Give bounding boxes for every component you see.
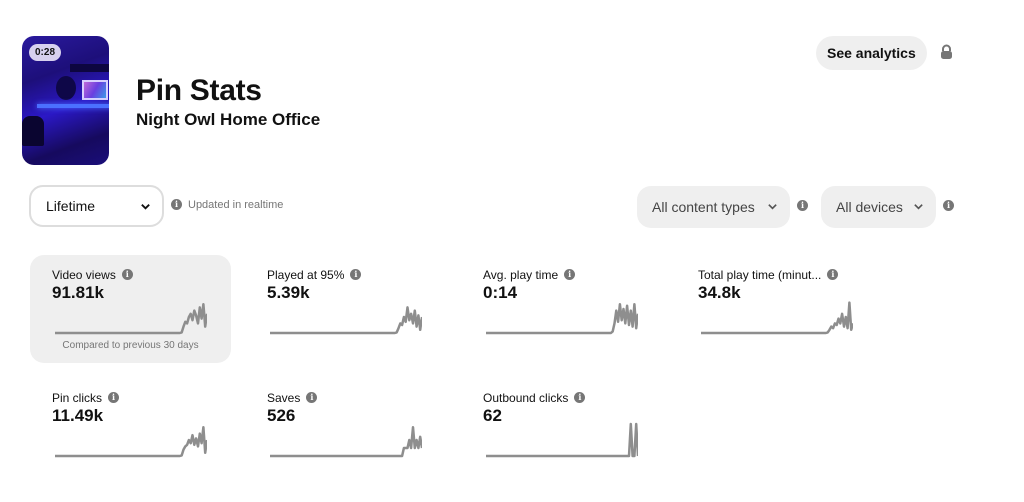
sparkline-series (701, 301, 853, 335)
chevron-down-icon (141, 204, 150, 210)
metric-label: Avg. play time i (483, 268, 576, 282)
metric-card-played-95[interactable]: Played at 95% i 5.39k (245, 255, 446, 363)
metric-label: Saves i (267, 391, 318, 405)
sparkline (270, 425, 422, 458)
info-icon[interactable]: i (564, 269, 576, 281)
info-icon[interactable]: i (121, 269, 133, 281)
metric-card-video-views[interactable]: Video views i 91.81k Compared to previous… (30, 255, 231, 363)
metric-label-text: Total play time (minut... (698, 268, 822, 282)
sparkline-series (55, 425, 207, 458)
sparkline (55, 302, 207, 335)
info-icon[interactable]: i (350, 269, 362, 281)
metric-label-text: Played at 95% (267, 268, 345, 282)
sparkline-series (486, 422, 638, 458)
metric-label-text: Saves (267, 391, 301, 405)
sparkline (486, 422, 638, 458)
metric-label-text: Pin clicks (52, 391, 103, 405)
sparkline-series (55, 302, 207, 335)
content-type-info-icon[interactable]: i (797, 200, 808, 211)
sparkline (486, 302, 638, 335)
metric-card-outbound-clicks[interactable]: Outbound clicks i 62 (461, 378, 662, 486)
info-icon[interactable]: i (171, 198, 182, 210)
content-type-value: All content types (652, 199, 755, 215)
pin-subtitle: Night Owl Home Office (136, 110, 321, 129)
date-range-dropdown[interactable]: Lifetime (29, 185, 164, 227)
content-type-dropdown[interactable]: All content types (637, 186, 790, 228)
thumbnail-desk (37, 104, 109, 108)
pin-thumbnail[interactable]: 0:28 (22, 36, 109, 165)
sparkline (270, 306, 422, 335)
metric-card-total-play-time[interactable]: Total play time (minut... i 34.8k (676, 255, 877, 363)
info-icon[interactable]: i (108, 392, 120, 404)
sparkline (701, 301, 853, 335)
metric-label-text: Outbound clicks (483, 391, 569, 405)
sparkline-series (270, 306, 422, 335)
metric-label: Played at 95% i (267, 268, 362, 282)
info-icon[interactable]: i (306, 392, 318, 404)
thumbnail-plant (22, 116, 44, 146)
metric-label: Outbound clicks i (483, 391, 586, 405)
metric-label-text: Video views (52, 268, 116, 282)
sparkline (55, 425, 207, 458)
page-title: Pin Stats (136, 74, 262, 107)
devices-value: All devices (836, 199, 903, 215)
updated-text: Updated in realtime (188, 199, 284, 211)
thumbnail-shelf (70, 64, 109, 72)
devices-dropdown[interactable]: All devices (821, 186, 936, 228)
metric-label-text: Avg. play time (483, 268, 559, 282)
thumbnail-monitor (82, 80, 108, 100)
sparkline-series (486, 302, 638, 335)
lock-icon[interactable] (940, 44, 953, 60)
metric-label: Pin clicks i (52, 391, 120, 405)
compare-note: Compared to previous 30 days (62, 340, 199, 351)
devices-info-icon[interactable]: i (943, 200, 954, 211)
video-duration-badge: 0:28 (29, 44, 62, 61)
info-icon[interactable]: i (827, 269, 839, 281)
metric-label: Total play time (minut... i (698, 268, 839, 282)
metric-card-avg-play-time[interactable]: Avg. play time i 0:14 (461, 255, 662, 363)
info-icon[interactable]: i (574, 392, 586, 404)
date-range-value: Lifetime (46, 198, 96, 214)
see-analytics-button[interactable]: See analytics (816, 36, 927, 70)
chevron-down-icon (914, 204, 923, 210)
metric-card-pin-clicks[interactable]: Pin clicks i 11.49k (30, 378, 231, 486)
metric-card-saves[interactable]: Saves i 526 (245, 378, 446, 486)
updated-note: i Updated in realtime (171, 198, 284, 211)
metric-label: Video views i (52, 268, 133, 282)
thumbnail-decor (56, 76, 76, 100)
sparkline-series (270, 425, 422, 458)
chevron-down-icon (768, 204, 777, 210)
